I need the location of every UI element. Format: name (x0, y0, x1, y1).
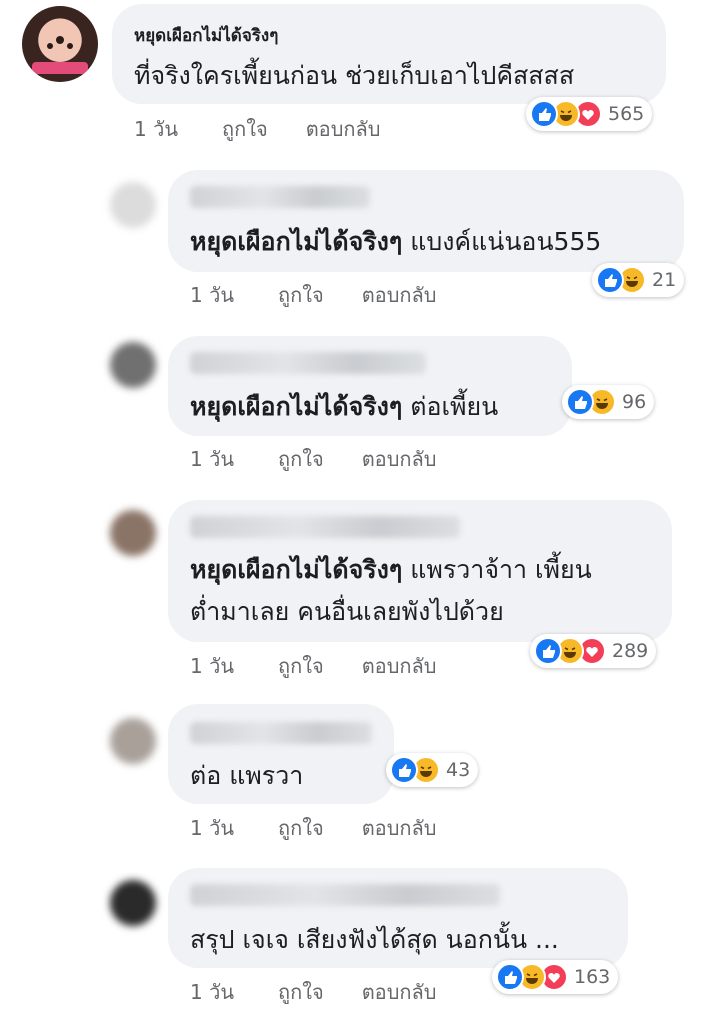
like-reaction-icon (534, 637, 562, 665)
comment-time[interactable]: 1 วัน (190, 980, 234, 1004)
like-reaction-icon (390, 756, 418, 784)
comment-time[interactable]: 1 วัน (190, 654, 234, 678)
like-reaction-icon (566, 388, 594, 416)
commenter-avatar[interactable] (110, 182, 156, 228)
like-reaction-icon (496, 963, 524, 991)
comment-time[interactable]: 1 วัน (190, 283, 234, 307)
comment-text: หยุดเผือกไม่ได้จริงๆ แพรวาจ้าา เพี้ยน (190, 555, 592, 584)
like-reaction-icon (530, 100, 558, 128)
comment-time[interactable]: 1 วัน (190, 447, 234, 471)
reaction-summary[interactable]: 289 (530, 634, 657, 668)
blurred-commenter-name (190, 186, 370, 208)
comment-actions: 1 วัน ถูกใจ ตอบกลับ (190, 279, 474, 311)
like-link[interactable]: ถูกใจ (278, 283, 324, 307)
blurred-commenter-name (190, 722, 372, 744)
blurred-commenter-name (190, 516, 460, 538)
mention-tag[interactable]: หยุดเผือกไม่ได้จริงๆ (190, 392, 402, 421)
comment-text: หยุดเผือกไม่ได้จริงๆ แบงค์แน่นอน555 (190, 227, 602, 256)
like-link[interactable]: ถูกใจ (278, 447, 324, 471)
comment-actions: 1 วัน ถูกใจ ตอบกลับ (190, 976, 474, 1008)
commenter-avatar[interactable] (110, 880, 156, 926)
avatar-face-icon (32, 36, 88, 74)
blurred-commenter-name (190, 884, 500, 906)
comment-actions: 1 วัน ถูกใจ ตอบกลับ (190, 812, 474, 844)
reply-link[interactable]: ตอบกลับ (306, 117, 381, 141)
like-link[interactable]: ถูกใจ (278, 816, 324, 840)
reaction-summary[interactable]: 43 (386, 753, 479, 787)
like-link[interactable]: ถูกใจ (278, 980, 324, 1004)
comment-text-line2: ต่ำมาเลย คนอื่นเลยพังไปด้วย (190, 597, 504, 626)
reaction-summary[interactable]: 21 (592, 263, 685, 297)
commenter-avatar[interactable] (110, 342, 156, 388)
comment-text: ที่จริงใครเพี้ยนก่อน ช่วยเก็บเอาไปคีสสสส (134, 61, 575, 90)
comment-actions: 1 วัน ถูกใจ ตอบกลับ (190, 650, 474, 682)
commenter-avatar[interactable] (110, 718, 156, 764)
like-link[interactable]: ถูกใจ (222, 117, 268, 141)
reaction-summary[interactable]: 163 (492, 960, 619, 994)
reaction-count: 96 (622, 391, 647, 413)
comment-text: หยุดเผือกไม่ได้จริงๆ ต่อเพี้ยน (190, 392, 499, 421)
reply-link[interactable]: ตอบกลับ (362, 447, 437, 471)
comment-actions: 1 วัน ถูกใจ ตอบกลับ (190, 443, 474, 475)
reaction-count: 43 (446, 759, 471, 781)
reaction-count: 565 (608, 103, 645, 125)
comment-text: สรุป เจเจ เสียงฟังได้สุด นอกนั้น ... (190, 925, 559, 954)
reply-link[interactable]: ตอบกลับ (362, 816, 437, 840)
reaction-count: 289 (612, 640, 649, 662)
comment-time[interactable]: 1 วัน (190, 816, 234, 840)
blurred-commenter-name (190, 352, 426, 374)
comment-time[interactable]: 1 วัน (134, 117, 178, 141)
reply-link[interactable]: ตอบกลับ (362, 283, 437, 307)
reply-link[interactable]: ตอบกลับ (362, 980, 437, 1004)
reaction-count: 21 (652, 269, 677, 291)
commenter-avatar[interactable] (110, 510, 156, 556)
like-reaction-icon (596, 266, 624, 294)
commenter-name[interactable]: หยุดเผือกไม่ได้จริงๆ (134, 22, 278, 49)
reply-link[interactable]: ตอบกลับ (362, 654, 437, 678)
comment-actions: 1 วัน ถูกใจ ตอบกลับ (134, 113, 418, 145)
mention-tag[interactable]: หยุดเผือกไม่ได้จริงๆ (190, 555, 402, 584)
reaction-summary[interactable]: 96 (562, 385, 655, 419)
commenter-avatar[interactable] (22, 6, 98, 82)
reaction-summary[interactable]: 565 (526, 97, 653, 131)
mention-tag[interactable]: หยุดเผือกไม่ได้จริงๆ (190, 227, 402, 256)
like-link[interactable]: ถูกใจ (278, 654, 324, 678)
comment-text: ต่อ แพรวา (190, 761, 304, 790)
reaction-count: 163 (574, 966, 611, 988)
